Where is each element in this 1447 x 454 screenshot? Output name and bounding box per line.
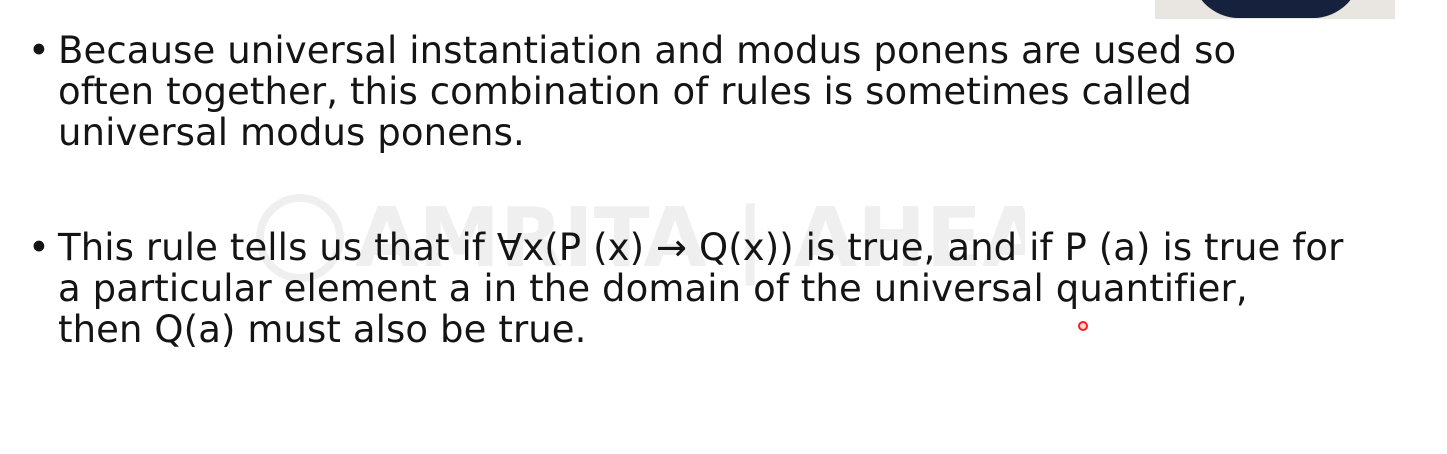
slide: AMRITA | AHEAD • Because universal insta… xyxy=(0,0,1447,454)
bullet-item-universal-modus-ponens: • Because universal instantiation and mo… xyxy=(28,30,1408,153)
bullet-item-rule-explanation: • This rule tells us that if ∀x(P (x) → … xyxy=(28,227,1408,350)
bullet-text-line: This rule tells us that if ∀x(P (x) → Q(… xyxy=(58,226,1344,269)
bullet-marker: • xyxy=(28,29,50,72)
bullet-text-line: universal modus ponens. xyxy=(58,111,525,154)
bullet-text-line: a particular element a in the domain of … xyxy=(58,267,1248,310)
presenter-figure xyxy=(1191,0,1361,18)
bullet-text-line: Because universal instantiation and modu… xyxy=(58,29,1237,72)
bullet-marker: • xyxy=(28,226,50,269)
laser-pointer-icon xyxy=(1078,321,1088,331)
bullet-text-line: often together, this combination of rule… xyxy=(58,70,1192,113)
webcam-overlay xyxy=(1155,0,1395,19)
bullet-text-line: then Q(a) must also be true. xyxy=(58,308,587,351)
bullet-list: • Because universal instantiation and mo… xyxy=(28,30,1408,350)
